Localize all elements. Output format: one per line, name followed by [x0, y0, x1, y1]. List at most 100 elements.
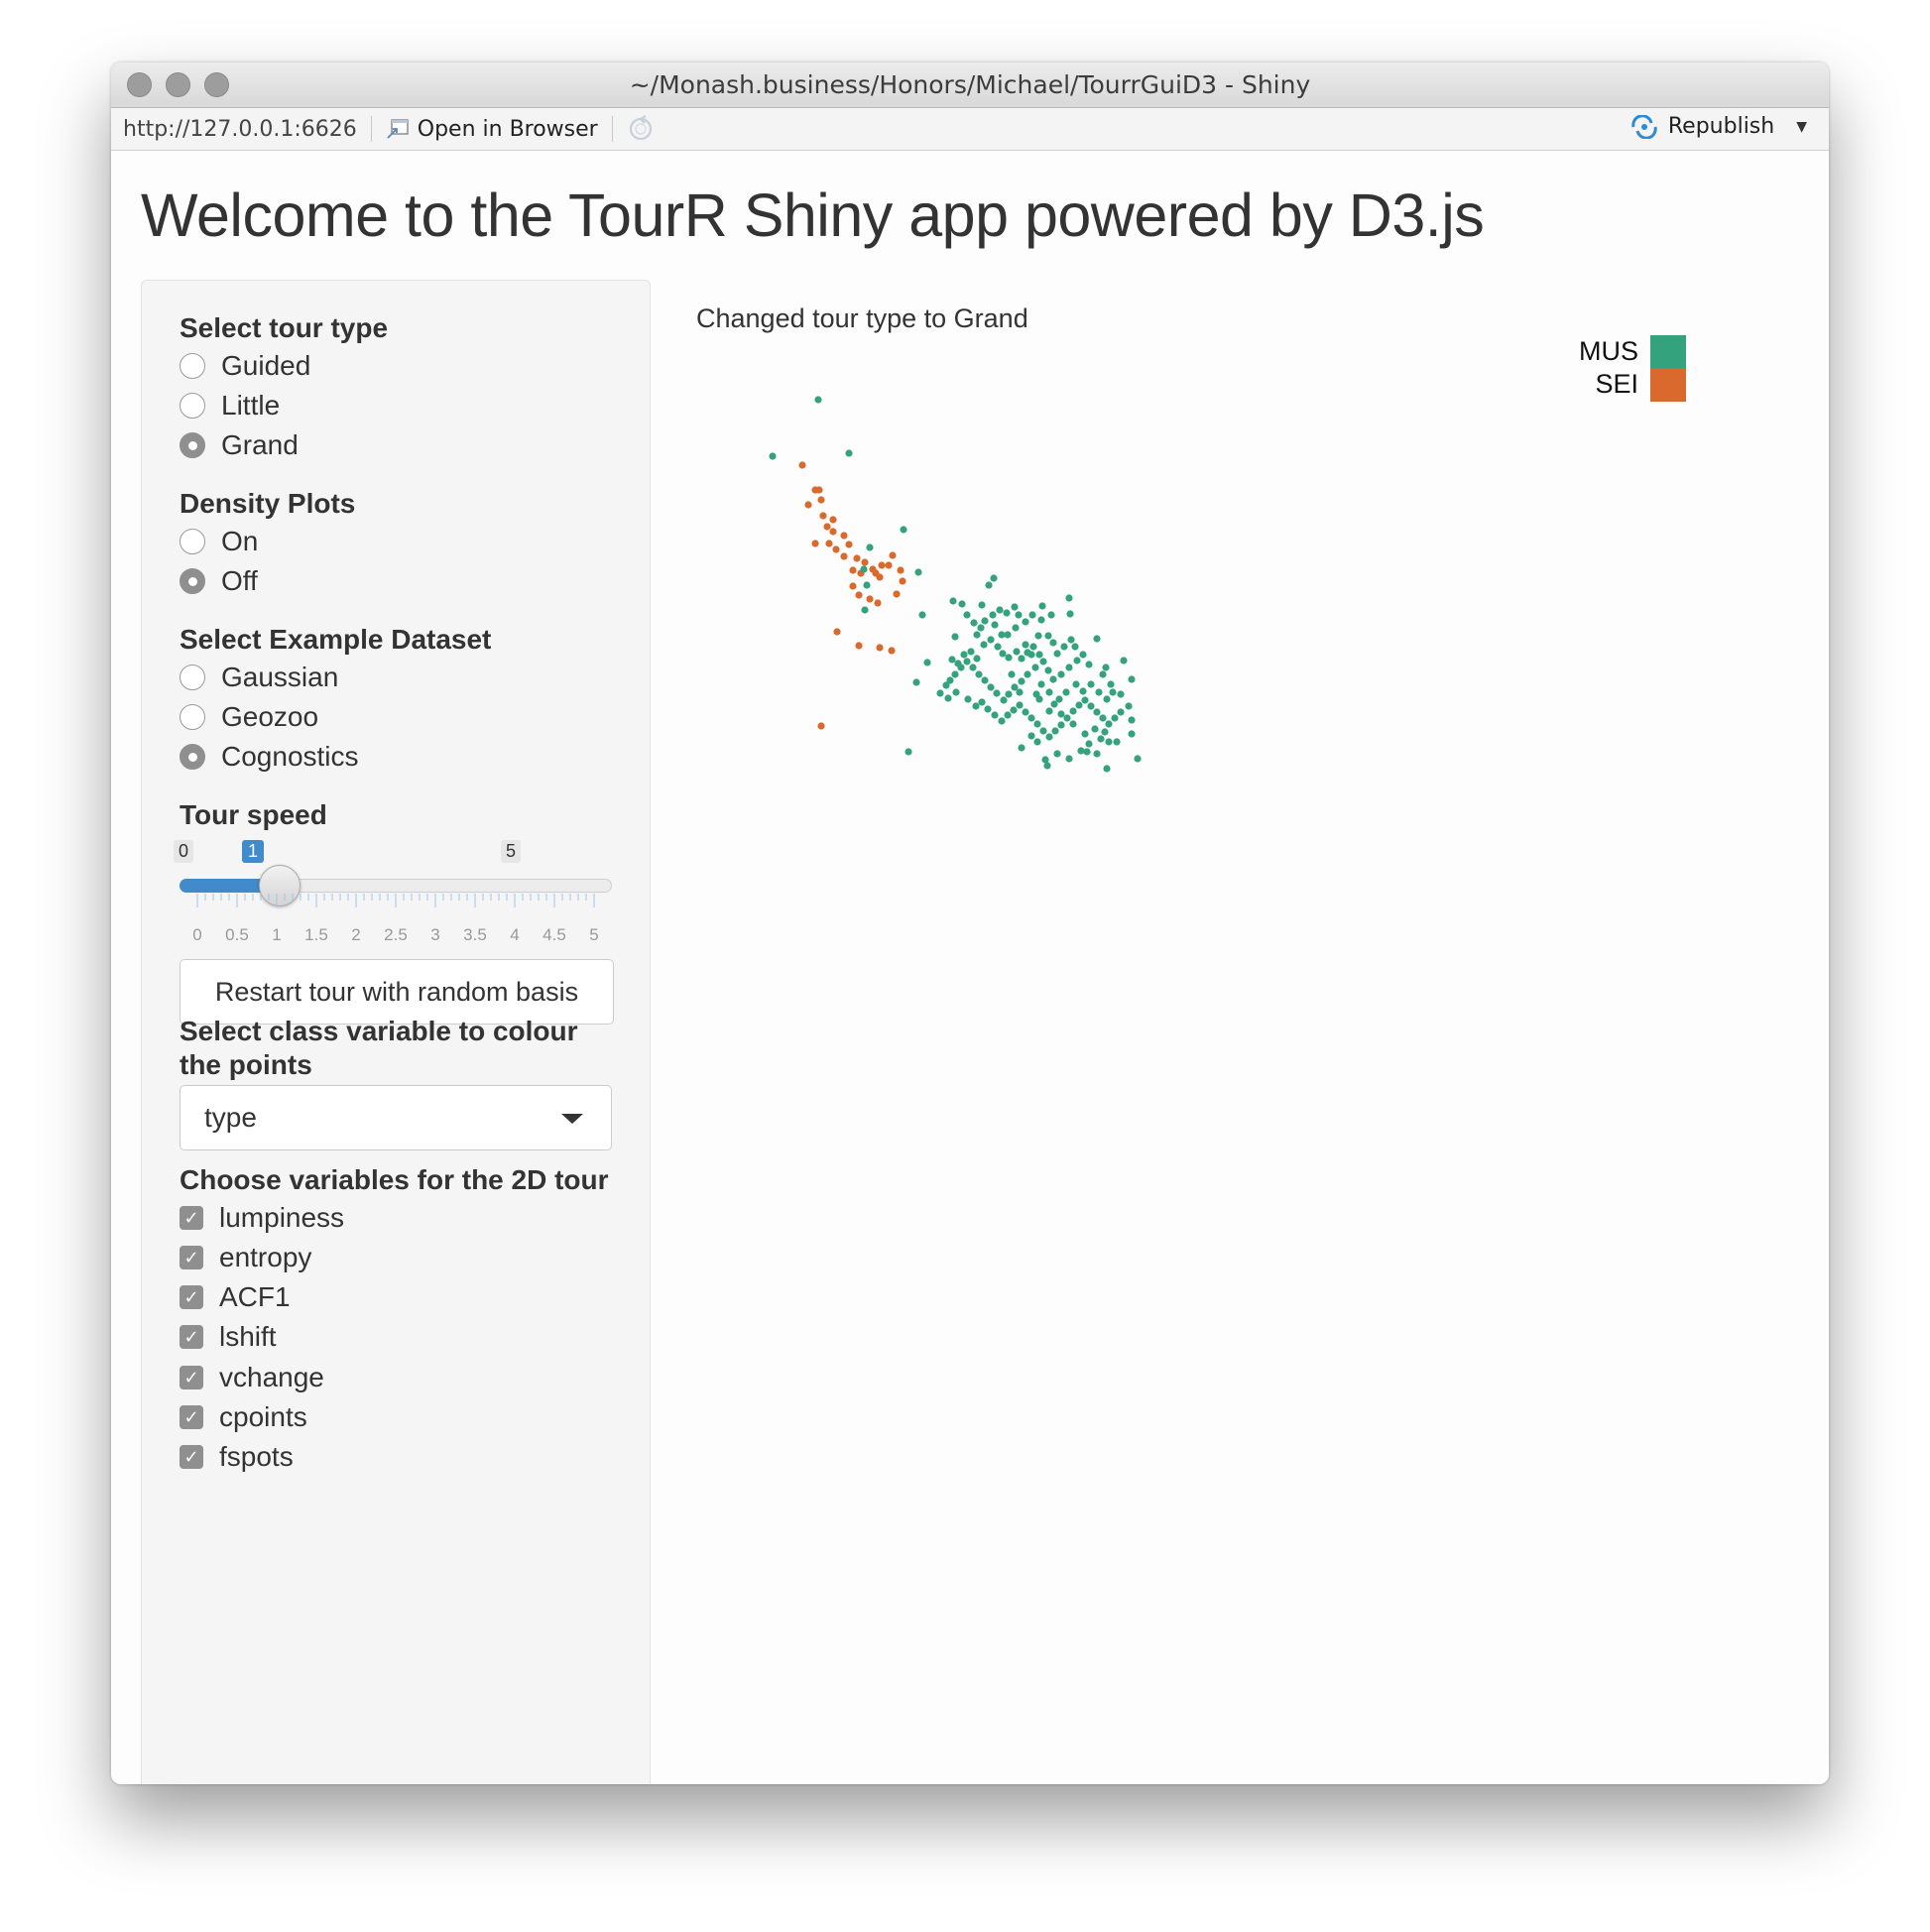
- point-mus: [960, 651, 968, 659]
- radio-button-selected[interactable]: [180, 432, 205, 458]
- point-sei: [899, 577, 906, 585]
- point-mus: [1102, 664, 1110, 671]
- point-mus: [1010, 706, 1018, 714]
- radio-density-on[interactable]: On: [180, 526, 258, 557]
- tour-type-label: Select tour type: [180, 312, 389, 343]
- point-sei: [798, 461, 806, 469]
- point-mus: [1063, 714, 1071, 722]
- class-variable-select[interactable]: type: [180, 1085, 612, 1150]
- point-mus: [1050, 700, 1058, 708]
- point-mus: [1053, 750, 1061, 758]
- variables-label: Choose variables for the 2D tour: [180, 1164, 609, 1195]
- point-mus: [1093, 708, 1101, 716]
- point-mus: [1079, 687, 1087, 695]
- point-mus: [936, 689, 944, 697]
- republish-label: Republish: [1667, 114, 1775, 139]
- point-mus: [1051, 727, 1059, 735]
- point-mus: [993, 689, 1001, 697]
- checkbox-checked[interactable]: ✓: [180, 1366, 203, 1389]
- republish-button[interactable]: Republish ▼: [1630, 114, 1807, 139]
- point-mus: [845, 449, 853, 457]
- point-mus: [861, 606, 869, 614]
- point-mus: [991, 711, 999, 719]
- radio-button-selected[interactable]: [180, 744, 205, 770]
- radio-cognostics[interactable]: Cognostics: [180, 741, 359, 773]
- open-in-browser-button[interactable]: Open in Browser: [386, 117, 598, 142]
- point-mus: [1035, 651, 1043, 659]
- point-sei: [845, 541, 853, 548]
- legend-swatch-mus: [1650, 334, 1686, 369]
- point-mus: [1024, 670, 1031, 678]
- point-sei: [849, 566, 857, 574]
- checkbox-lshift[interactable]: ✓ lshift: [180, 1321, 277, 1353]
- point-mus: [977, 624, 985, 632]
- checkbox-lumpiness[interactable]: ✓ lumpiness: [180, 1202, 344, 1234]
- minimize-window-button[interactable]: [166, 72, 190, 97]
- point-mus: [1008, 670, 1016, 678]
- radio-button[interactable]: [180, 704, 205, 730]
- point-mus: [1117, 708, 1125, 716]
- point-mus: [1027, 732, 1035, 740]
- checkbox-fspots[interactable]: ✓ fspots: [180, 1441, 294, 1473]
- checkbox-checked[interactable]: ✓: [180, 1206, 203, 1230]
- slider-tick-label: 0: [192, 925, 202, 944]
- radio-button[interactable]: [180, 664, 205, 690]
- radio-button[interactable]: [180, 353, 205, 379]
- point-sei: [855, 642, 863, 650]
- point-mus: [948, 656, 956, 664]
- point-mus: [1049, 639, 1057, 647]
- point-mus: [1045, 688, 1053, 696]
- chevron-down-icon[interactable]: ▼: [1796, 119, 1807, 135]
- checkbox-acf1[interactable]: ✓ ACF1: [180, 1281, 291, 1313]
- radio-label: On: [221, 526, 259, 556]
- checkbox-checked[interactable]: ✓: [180, 1325, 203, 1349]
- close-window-button[interactable]: [127, 72, 152, 97]
- point-mus: [1037, 680, 1045, 688]
- radio-density-off[interactable]: Off: [180, 565, 258, 597]
- radio-grand[interactable]: Grand: [180, 429, 299, 461]
- point-mus: [1016, 701, 1024, 709]
- point-mus: [1022, 641, 1029, 649]
- point-mus: [905, 748, 912, 756]
- point-mus: [972, 702, 980, 710]
- status-text: Changed tour type to Grand: [696, 303, 1028, 333]
- checkbox-checked[interactable]: ✓: [180, 1445, 203, 1469]
- radio-label: Guided: [221, 350, 311, 381]
- checkbox-checked[interactable]: ✓: [180, 1285, 203, 1309]
- checkbox-checked[interactable]: ✓: [180, 1405, 203, 1429]
- sidebar-panel: Select tour type Guided Little Grand Den…: [141, 280, 651, 1784]
- radio-label: Geozoo: [221, 701, 319, 732]
- slider-min-label: 0: [174, 840, 194, 863]
- checkbox-checked[interactable]: ✓: [180, 1246, 203, 1269]
- slider-max-label: 5: [501, 840, 522, 863]
- radio-geozoo[interactable]: Geozoo: [180, 701, 318, 733]
- point-mus: [1081, 696, 1089, 704]
- radio-little[interactable]: Little: [180, 390, 280, 422]
- refresh-icon[interactable]: [627, 115, 655, 143]
- point-mus: [978, 601, 986, 609]
- radio-button[interactable]: [180, 529, 205, 554]
- point-sei: [889, 551, 897, 559]
- checkbox-vchange[interactable]: ✓ vchange: [180, 1362, 324, 1393]
- checkbox-cpoints[interactable]: ✓ cpoints: [180, 1401, 307, 1433]
- checkbox-label: ACF1: [219, 1281, 291, 1312]
- point-mus: [1083, 748, 1091, 756]
- radio-button[interactable]: [180, 393, 205, 419]
- republish-icon: [1631, 114, 1657, 139]
- checkbox-entropy[interactable]: ✓ entropy: [180, 1242, 311, 1273]
- point-mus: [1027, 651, 1035, 659]
- radio-guided[interactable]: Guided: [180, 350, 310, 382]
- radio-label: Grand: [221, 429, 299, 460]
- point-mus: [1000, 696, 1008, 704]
- point-mus: [1091, 725, 1099, 733]
- point-mus: [998, 631, 1006, 639]
- page-title: Welcome to the TourR Shiny app powered b…: [141, 181, 1485, 249]
- point-mus: [1101, 728, 1109, 736]
- zoom-window-button[interactable]: [204, 72, 229, 97]
- point-mus: [949, 597, 957, 605]
- point-mus: [969, 664, 977, 671]
- radio-button-selected[interactable]: [180, 568, 205, 594]
- radio-gaussian[interactable]: Gaussian: [180, 662, 338, 693]
- radio-label: Cognostics: [221, 741, 359, 772]
- point-mus: [769, 452, 777, 460]
